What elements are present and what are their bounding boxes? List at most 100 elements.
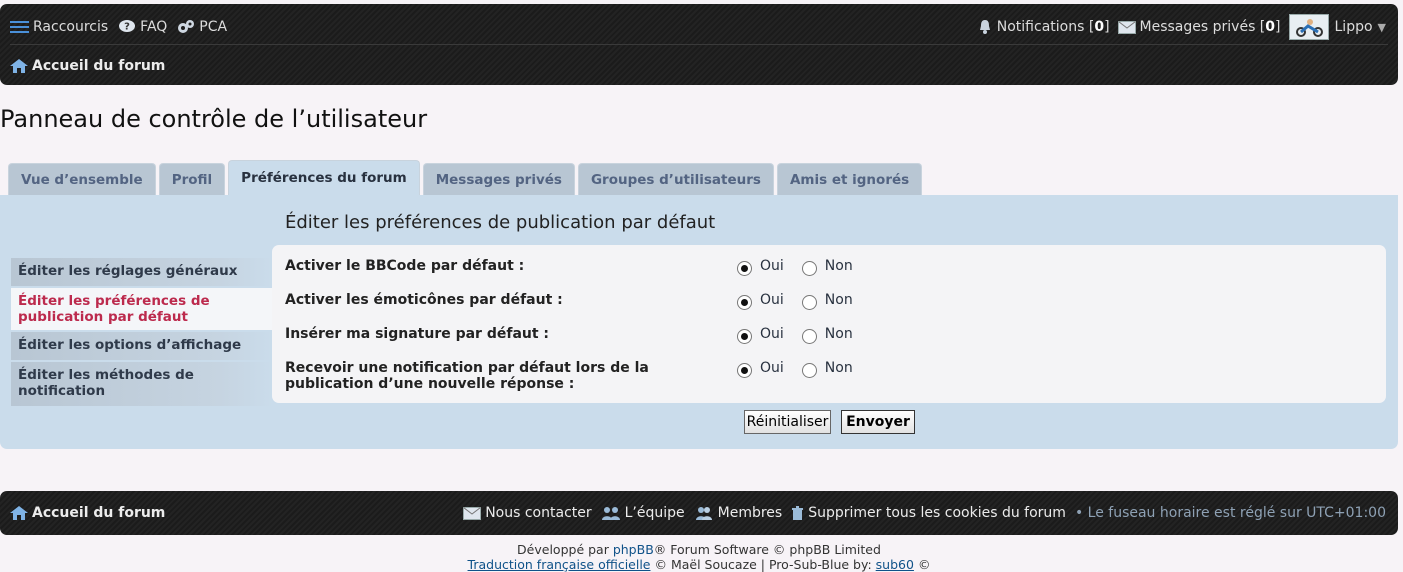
radio-button[interactable] <box>801 328 817 344</box>
sidebar-item-notification-methods[interactable]: Éditer les méthodes de notification <box>11 362 273 406</box>
tab-overview[interactable]: Vue d’ensemble <box>8 163 156 195</box>
submit-button[interactable]: Envoyer <box>841 410 915 434</box>
field-label: Activer le BBCode par défaut : <box>285 258 525 274</box>
radio-no-label: Non <box>824 292 853 308</box>
sidebar-item-posting-defaults[interactable]: Éditer les préférences de publication pa… <box>11 288 273 330</box>
team-label: L’équipe <box>624 505 685 521</box>
field-label: Insérer ma signature par défaut : <box>285 326 550 342</box>
tab-user-groups[interactable]: Groupes d’utilisateurs <box>577 163 774 195</box>
faq-label: FAQ <box>140 19 168 35</box>
forum-home-label: Accueil du forum <box>32 58 166 74</box>
ucp-tabs: Vue d’ensemble Profil Préférences du for… <box>8 160 925 195</box>
contact-link[interactable]: Nous contacter <box>463 505 592 521</box>
radio-button[interactable] <box>801 260 817 276</box>
delete-cookies-label: Supprimer tous les cookies du forum <box>808 505 1066 521</box>
private-messages-link[interactable]: Messages privés [0] <box>1117 19 1281 35</box>
radio-yes-label: Oui <box>760 360 784 376</box>
translation-link[interactable]: Traduction française officielle <box>468 557 651 572</box>
timezone-info: • Le fuseau horaire est réglé sur UTC+01… <box>1074 505 1386 521</box>
section-title: Éditer les préférences de publication pa… <box>285 212 716 233</box>
tab-forum-preferences[interactable]: Préférences du forum <box>228 160 420 195</box>
pca-label: PCA <box>199 19 228 35</box>
footer-forum-home-label: Accueil du forum <box>32 505 166 521</box>
bracket-open: [ <box>1255 19 1266 35</box>
phpbb-link[interactable]: phpBB <box>613 542 654 557</box>
footer-forum-home-link[interactable]: Accueil du forum <box>10 505 165 521</box>
team-icon <box>601 505 621 521</box>
username: Lippo <box>1334 19 1373 35</box>
credit-line2-mid: © Maël Soucaze | Pro-Sub-Blue by: <box>654 557 872 572</box>
bracket-close: ] <box>1104 19 1110 35</box>
pm-label: Messages privés <box>1139 19 1256 35</box>
bracket-open: [ <box>1084 19 1095 35</box>
footer-navbar: Accueil du forum Nous contacter L’équipe… <box>0 491 1398 535</box>
credit-suffix: ® Forum Software © phpBB Limited <box>653 542 881 557</box>
user-menu[interactable]: Lippo ▼ <box>1288 14 1386 40</box>
radio-no[interactable]: Non <box>801 360 853 378</box>
radio-button-checked[interactable] <box>737 362 752 378</box>
home-icon <box>10 505 28 521</box>
radio-yes-label: Oui <box>760 258 784 274</box>
radio-no-label: Non <box>824 326 853 342</box>
credit-line-1: Développé par phpBB® Forum Software © ph… <box>0 542 1398 557</box>
tab-profile[interactable]: Profil <box>158 163 226 195</box>
radio-button[interactable] <box>801 362 817 378</box>
chevron-down-icon: ▼ <box>1377 20 1386 34</box>
radio-no[interactable]: Non <box>801 258 853 276</box>
shortcuts-label: Raccourcis <box>33 19 109 35</box>
envelope-icon <box>463 506 482 520</box>
radio-no[interactable]: Non <box>801 326 853 344</box>
radio-button-checked[interactable] <box>737 294 752 310</box>
field-label: Recevoir une notification par défaut lor… <box>285 360 649 392</box>
shortcuts-menu[interactable]: Raccourcis <box>10 19 108 35</box>
bracket-close: ] <box>1275 19 1281 35</box>
field-label: Activer les émoticônes par défaut : <box>285 292 563 308</box>
radio-no-label: Non <box>824 258 853 274</box>
faq-link[interactable]: ? FAQ <box>118 19 167 35</box>
notifications-link[interactable]: Notifications [0] <box>977 19 1110 35</box>
notifications-label: Notifications <box>996 19 1085 35</box>
radio-button-checked[interactable] <box>737 260 752 276</box>
radio-yes[interactable]: Oui <box>737 326 784 344</box>
credit-line-2: Traduction française officielle © Maël S… <box>0 557 1398 572</box>
sidebar-menu: Éditer les réglages généraux Éditer les … <box>11 258 273 408</box>
faq-icon: ? <box>118 19 136 35</box>
members-label: Membres <box>717 505 783 521</box>
sidebar-item-display-options[interactable]: Éditer les options d’affichage <box>11 332 273 360</box>
home-icon <box>10 58 28 74</box>
reset-button[interactable]: Réinitialiser <box>744 410 831 434</box>
contact-label: Nous contacter <box>485 505 592 521</box>
gears-icon <box>177 19 195 35</box>
radio-yes-label: Oui <box>760 292 784 308</box>
team-link[interactable]: L’équipe <box>601 505 685 521</box>
avatar <box>1288 14 1329 40</box>
trash-icon <box>791 505 804 521</box>
members-link[interactable]: Membres <box>694 505 783 521</box>
forum-home-link[interactable]: Accueil du forum <box>10 58 165 74</box>
navbar-divider <box>10 44 1388 45</box>
radio-no-label: Non <box>824 360 853 376</box>
members-icon <box>694 505 714 521</box>
page-title: Panneau de contrôle de l’utilisateur <box>0 105 428 133</box>
tab-friends-foes[interactable]: Amis et ignorés <box>776 163 923 195</box>
radio-button[interactable] <box>801 294 817 310</box>
notifications-count: 0 <box>1094 19 1105 35</box>
delete-cookies-link[interactable]: Supprimer tous les cookies du forum <box>791 505 1066 521</box>
svg-text:?: ? <box>124 22 130 33</box>
top-navbar: Raccourcis ? FAQ PCA Notifications [0] M… <box>0 4 1398 85</box>
credit-prefix: Développé par <box>517 542 609 557</box>
radio-yes[interactable]: Oui <box>737 292 784 310</box>
bell-icon <box>977 19 993 35</box>
pm-count: 0 <box>1265 19 1276 35</box>
radio-yes-label: Oui <box>760 326 784 342</box>
credit-line2-end: © <box>917 557 931 572</box>
tab-private-messages[interactable]: Messages privés <box>422 163 575 195</box>
radio-button-checked[interactable] <box>737 328 752 344</box>
pca-link[interactable]: PCA <box>177 19 227 35</box>
sub60-link[interactable]: sub60 <box>876 557 914 572</box>
radio-no[interactable]: Non <box>801 292 853 310</box>
sidebar-item-general-settings[interactable]: Éditer les réglages généraux <box>11 258 273 286</box>
envelope-icon <box>1117 20 1136 34</box>
radio-yes[interactable]: Oui <box>737 360 784 378</box>
radio-yes[interactable]: Oui <box>737 258 784 276</box>
